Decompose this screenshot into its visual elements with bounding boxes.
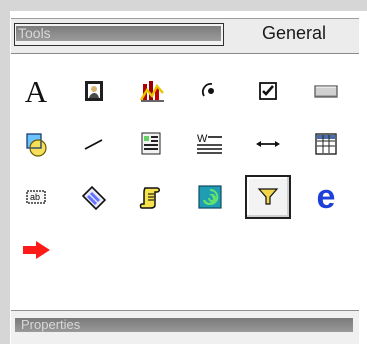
- grid-tool-icon: [315, 133, 337, 155]
- horizontal-arrow-tool-button[interactable]: [245, 122, 291, 166]
- line-tool-icon: [84, 139, 103, 150]
- document-tool-button[interactable]: [129, 122, 175, 166]
- svg-text:ab: ab: [30, 192, 40, 202]
- properties-title: Properties: [15, 318, 353, 332]
- text-tool-button[interactable]: A: [13, 69, 59, 113]
- shapes-tool-button[interactable]: [13, 122, 59, 166]
- portrait-tool-button[interactable]: [71, 69, 117, 113]
- properties-panel: Properties: [11, 310, 359, 344]
- textbox-tool-icon: ab: [26, 190, 46, 204]
- filter-tool-icon: [257, 188, 279, 205]
- spiral-tool-button[interactable]: [187, 175, 233, 219]
- grid-tool-button[interactable]: [303, 122, 349, 166]
- checkbox-tool-icon: [259, 82, 277, 100]
- button-tool-button[interactable]: [303, 69, 349, 113]
- tools-tab[interactable]: Tools: [14, 23, 224, 46]
- tool-row: ab e: [12, 175, 355, 228]
- word-tool-icon: W: [197, 133, 222, 154]
- tool-grid: A W ab e: [12, 69, 355, 281]
- word-tool-button[interactable]: W: [187, 122, 233, 166]
- tool-row: [12, 228, 355, 281]
- radio-tool-icon: [201, 83, 214, 97]
- text-tool-icon: A: [24, 73, 48, 109]
- eraser-tool-icon: [81, 185, 107, 211]
- checkbox-tool-button[interactable]: [245, 69, 291, 113]
- tools-toolbar: Tools General: [11, 18, 359, 54]
- general-tab[interactable]: General: [262, 23, 326, 44]
- scroll-tool-icon: [139, 187, 160, 209]
- tool-row: A: [12, 69, 355, 122]
- chart-tool-icon: [139, 79, 164, 103]
- filter-tool-button[interactable]: [245, 175, 291, 219]
- ui-root: { "toolbar": { "tools_label": "Tools", "…: [0, 0, 367, 344]
- tool-row: W: [12, 122, 355, 175]
- button-tool-icon: [314, 85, 338, 98]
- portrait-tool-icon: [85, 81, 103, 101]
- red-arrow-tool-icon: [23, 241, 50, 259]
- spiral-tool-icon: [198, 185, 222, 209]
- eraser-tool-button[interactable]: [71, 175, 117, 219]
- red-arrow-tool-button[interactable]: [13, 228, 59, 272]
- shapes-tool-icon: [25, 132, 47, 157]
- browser-tool-icon: e: [316, 178, 336, 216]
- horizontal-arrow-tool-icon: [256, 141, 280, 147]
- document-tool-icon: [141, 132, 161, 155]
- line-tool-button[interactable]: [71, 122, 117, 166]
- radio-tool-button[interactable]: [187, 69, 233, 113]
- svg-text:W: W: [197, 133, 208, 145]
- scroll-tool-button[interactable]: [129, 175, 175, 219]
- textbox-tool-button[interactable]: ab: [13, 175, 59, 219]
- tools-tab-label: Tools: [16, 26, 221, 41]
- browser-tool-button[interactable]: e: [303, 175, 349, 219]
- chart-tool-button[interactable]: [129, 69, 175, 113]
